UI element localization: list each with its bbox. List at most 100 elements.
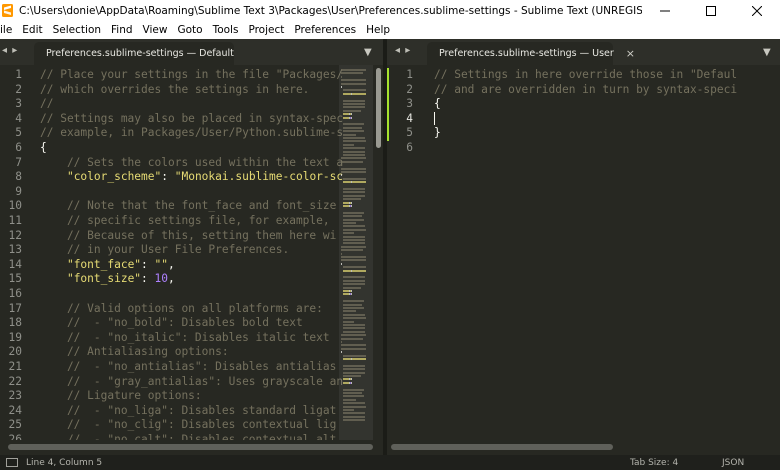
minimap-stroke bbox=[351, 116, 352, 119]
minimap-stroke bbox=[341, 337, 363, 340]
line-number: 11 bbox=[8, 214, 22, 227]
scrollbar-thumb[interactable] bbox=[376, 68, 381, 148]
minimap-stroke bbox=[343, 235, 365, 238]
menu-project[interactable]: Project bbox=[243, 24, 289, 36]
line-number: 5 bbox=[406, 126, 413, 140]
menu-edit[interactable]: Edit bbox=[17, 24, 47, 36]
window-title: C:\Users\donie\AppData\Roaming\Sublime T… bbox=[19, 4, 642, 17]
minimap[interactable] bbox=[339, 65, 373, 440]
minimap-stroke bbox=[343, 103, 365, 105]
code-line: "font_size": 10, bbox=[40, 272, 175, 287]
minimap-stroke bbox=[343, 133, 356, 136]
minimap-stroke bbox=[341, 249, 363, 252]
right-tab-strip: ◂ ▸ Preferences.sublime-settings — User … bbox=[387, 39, 780, 65]
menu-goto[interactable]: Goto bbox=[172, 24, 207, 36]
panel-switcher-icon[interactable] bbox=[6, 458, 18, 467]
code-line: // bbox=[40, 97, 53, 112]
scrollbar-thumb[interactable] bbox=[8, 444, 373, 450]
minimap-stroke bbox=[343, 154, 365, 156]
close-tab-icon[interactable]: × bbox=[626, 47, 635, 60]
tab-size-indicator[interactable]: Tab Size: 4 bbox=[630, 458, 678, 468]
minimap-stroke bbox=[343, 317, 366, 320]
minimap-stroke bbox=[351, 381, 352, 384]
minimap-stroke bbox=[343, 279, 365, 282]
minimap-stroke bbox=[343, 324, 365, 326]
code-line: // Settings may also be placed in syntax… bbox=[40, 112, 343, 127]
menu-help[interactable]: Help bbox=[361, 24, 395, 36]
syntax-indicator[interactable]: JSON bbox=[722, 458, 744, 468]
menu-tools[interactable]: Tools bbox=[208, 24, 244, 36]
line-number: 1 bbox=[15, 68, 22, 81]
left-editor-pane[interactable]: 1 2 3 4 5 6 7 8 9 10 11 12 13 14 15 16 17 18 19 20 21 22 23 24 2… bbox=[0, 65, 383, 440]
code-token: // example, in Packages/User/Python.subl… bbox=[40, 126, 344, 140]
minimap-stroke bbox=[343, 286, 361, 289]
menu-view[interactable]: View bbox=[138, 24, 173, 36]
code-token: // - "no_bold": Disables bold text bbox=[40, 316, 303, 330]
minimap-stroke bbox=[343, 143, 354, 146]
code-token: : bbox=[141, 272, 155, 286]
code-line: } bbox=[434, 126, 441, 141]
minimap-stroke bbox=[351, 290, 352, 292]
line-number: 21 bbox=[8, 360, 22, 373]
line-number: 16 bbox=[8, 287, 22, 300]
line-number: 4 bbox=[406, 111, 413, 125]
horizontal-scrollbar[interactable] bbox=[0, 440, 383, 455]
code-line: // - "no_bold": Disables bold text bbox=[40, 316, 303, 331]
code-line: "color_scheme": "Monokai.sublime-color-s… bbox=[40, 170, 343, 185]
line-number: 17 bbox=[8, 301, 22, 315]
tab-default-settings[interactable]: Preferences.sublime-settings — Default bbox=[34, 42, 234, 65]
tab-dropdown-icon[interactable]: ▼ bbox=[763, 47, 771, 58]
code-token: "color_scheme" bbox=[66, 170, 162, 184]
code-token: "font_size" bbox=[66, 272, 142, 286]
right-editor-pane[interactable]: 123456 // Settings in here override thos… bbox=[387, 65, 780, 440]
minimap-stroke bbox=[343, 211, 364, 214]
line-number: 13 bbox=[8, 243, 22, 257]
minimap-stroke bbox=[351, 205, 352, 207]
menu-find[interactable]: Find bbox=[106, 24, 138, 36]
tab-user-settings[interactable]: Preferences.sublime-settings — User × bbox=[427, 42, 635, 65]
menu-preferences[interactable]: Preferences bbox=[289, 24, 361, 36]
tab-dropdown-icon[interactable]: ▼ bbox=[364, 47, 372, 58]
close-icon bbox=[752, 5, 762, 16]
minimize-button[interactable] bbox=[642, 0, 688, 21]
code-line: // in your User File Preferences. bbox=[40, 243, 289, 258]
code-line: // - "no_calt": Disables contextual alt bbox=[40, 433, 336, 440]
code-line: // Antialiasing options: bbox=[40, 345, 229, 360]
scrollbar-thumb[interactable] bbox=[391, 444, 613, 450]
code-token: // Settings in here override those in "D… bbox=[434, 68, 738, 81]
minimap-stroke bbox=[343, 232, 354, 235]
menu-selection[interactable]: Selection bbox=[48, 24, 106, 36]
code-token: // Place your settings in the file "Pack… bbox=[40, 68, 344, 81]
code-token: : bbox=[141, 257, 155, 271]
minimap-stroke bbox=[351, 201, 352, 204]
line-number: 20 bbox=[8, 345, 22, 359]
code-token: // Sets the colors used within the text … bbox=[40, 155, 344, 169]
code-token: // which overrides the settings in here. bbox=[40, 82, 310, 96]
vertical-scrollbar[interactable] bbox=[374, 65, 383, 440]
left-tab-strip: ◂ ▸ Preferences.sublime-settings — Defau… bbox=[0, 39, 383, 65]
tab-nav-arrows-icon[interactable]: ◂ ▸ bbox=[395, 45, 411, 56]
minimap-stroke bbox=[343, 99, 365, 102]
tab-nav-arrows-icon[interactable]: ◂ ▸ bbox=[2, 45, 18, 56]
code-line: // - "gray_antialias": Uses grayscale an bbox=[40, 375, 343, 390]
line-number: 6 bbox=[406, 141, 413, 154]
code-line: // - "no_clig": Disables contextual lig bbox=[40, 418, 336, 433]
minimap-stroke bbox=[341, 75, 342, 78]
minimap-stroke bbox=[341, 245, 366, 248]
close-button[interactable] bbox=[734, 0, 780, 21]
code-token: "Monokai.sublime-color-sc bbox=[174, 170, 344, 184]
minimap-stroke bbox=[343, 228, 366, 231]
minimap-stroke bbox=[343, 409, 354, 411]
minimap-stroke bbox=[343, 310, 356, 313]
code-token: // in your User File Preferences. bbox=[40, 243, 290, 257]
minimap-stroke bbox=[341, 256, 366, 258]
maximize-button[interactable] bbox=[688, 0, 734, 21]
code-line: // - "no_antialias": Disables antialias bbox=[40, 360, 336, 375]
minimap-stroke bbox=[352, 358, 366, 360]
line-number: 12 bbox=[8, 228, 22, 242]
code-token: // Settings may also be placed in syntax… bbox=[40, 111, 344, 125]
menu-file[interactable]: ile bbox=[0, 24, 17, 36]
horizontal-scrollbar[interactable] bbox=[387, 440, 780, 455]
minimap-stroke bbox=[343, 392, 362, 394]
code-token: // - "no_clig": Disables contextual lig bbox=[40, 418, 337, 432]
